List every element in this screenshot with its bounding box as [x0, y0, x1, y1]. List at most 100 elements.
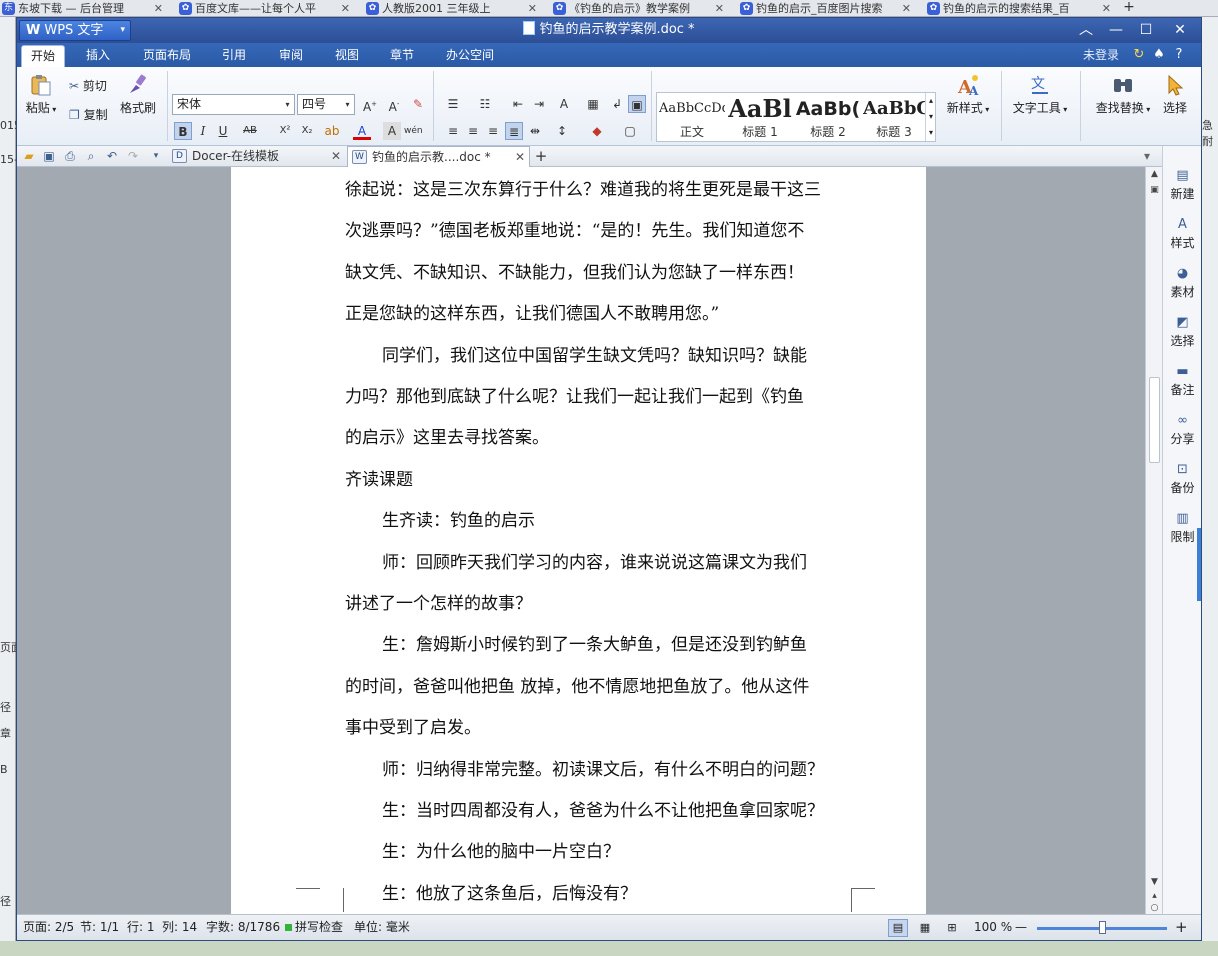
paragraph-mark-icon[interactable]: ↲ — [608, 95, 626, 113]
browser-tab[interactable]: 东东坡下载 — 后台管理 ✕ — [0, 1, 165, 16]
document-paragraph-line[interactable]: 的启示》这里去寻找答案。 — [345, 418, 549, 459]
close-tab-icon[interactable]: ✕ — [528, 1, 537, 16]
document-paragraph-line[interactable]: 正是您缺的这样东西，让我们德国人不敢聘用您。” — [345, 294, 719, 335]
undo-icon[interactable]: ↶ — [104, 148, 120, 164]
document-paragraph-line[interactable]: 事中受到了启发。 — [345, 708, 481, 749]
scroll-thumb[interactable] — [1149, 377, 1160, 463]
increase-indent-icon[interactable]: ⇥ — [530, 95, 548, 113]
superscript-icon[interactable]: X² — [276, 122, 294, 140]
style-normal[interactable]: AaBbCcDd 正文 — [659, 95, 725, 141]
subscript-icon[interactable]: X₂ — [298, 122, 316, 140]
show-hide-icon[interactable]: ▣ — [628, 95, 646, 113]
text-direction-icon[interactable]: A — [555, 95, 573, 113]
prev-page-icon[interactable]: ▴ — [1148, 891, 1161, 901]
new-browser-tab-button[interactable]: + — [1118, 0, 1140, 16]
save-icon[interactable]: ▣ — [41, 148, 57, 164]
sidebar-item-new[interactable]: ▤ 新建 — [1163, 168, 1201, 202]
paste-button[interactable]: 粘贴 ▾ — [23, 73, 59, 116]
unit-indicator[interactable]: 单位: 毫米 — [354, 915, 410, 940]
tab-home[interactable]: 开始 — [21, 45, 65, 67]
document-paragraph-line[interactable]: 生：他放了这条鱼后，后悔没有？ — [345, 874, 637, 914]
phonetic-guide-icon[interactable]: wén — [404, 122, 423, 140]
justify-icon[interactable]: ≣ — [505, 122, 523, 140]
tab-insert[interactable]: 插入 — [77, 43, 119, 67]
tab-chapter[interactable]: 章节 — [381, 43, 423, 67]
tab-office-space[interactable]: 办公空间 — [437, 43, 503, 67]
tab-docer-templates[interactable]: D Docer-在线模板 ✕ — [168, 146, 345, 167]
document-paragraph-line[interactable]: 缺文凭、不缺知识、不缺能力，但我们认为您缺了一样东西！ — [345, 253, 804, 294]
decrease-indent-icon[interactable]: ⇤ — [509, 95, 527, 113]
find-replace-button[interactable]: 查找替换 ▾ — [1089, 73, 1157, 116]
close-tab-icon[interactable]: ✕ — [715, 1, 724, 16]
zoom-out-button[interactable]: — — [1015, 915, 1027, 940]
skin-icon[interactable]: ♠ — [1151, 47, 1167, 63]
browser-tab[interactable]: ✿ 人教版2001 三年级上 ✕ — [364, 1, 539, 16]
font-name-combo[interactable]: 宋体 ▾ — [172, 94, 295, 115]
bullet-list-icon[interactable]: ☰ — [444, 95, 462, 113]
shading-icon[interactable]: ◆ — [588, 122, 606, 140]
document-paragraph-line[interactable]: 生：詹姆斯小时候钓到了一条大鲈鱼，但是还没到钓鲈鱼 — [345, 625, 807, 666]
zoom-level[interactable]: 100 % — [974, 915, 1012, 940]
collapse-ribbon-button[interactable]: ︿ — [1071, 18, 1101, 43]
document-page[interactable]: 徐起说：这是三次东算行于什么？难道我的将生更死是最干这三 次逃票吗？”德国老板郑重… — [231, 167, 926, 914]
document-paragraph-line[interactable]: 讲述了一个怎样的故事？ — [345, 584, 532, 625]
distributed-icon[interactable]: ⇹ — [526, 122, 544, 140]
highlight-icon[interactable]: ab — [323, 122, 341, 140]
new-style-button[interactable]: AA 新样式 ▾ — [945, 73, 991, 116]
tab-page-layout[interactable]: 页面布局 — [135, 43, 199, 67]
style-heading-1[interactable]: AaBl 标题 1 — [727, 95, 793, 141]
tab-review[interactable]: 审阅 — [270, 43, 312, 67]
page-view-icon[interactable]: ▤ — [888, 919, 908, 937]
borders-icon[interactable]: ▢ — [621, 122, 639, 140]
document-paragraph-line[interactable]: 次逃票吗？”德国老板郑重地说：“是的！先生。我们知道您不 — [345, 211, 804, 252]
tab-list-icon[interactable]: ▾ — [1139, 148, 1155, 164]
web-view-icon[interactable]: ⊞ — [942, 919, 962, 937]
char-shading-icon[interactable]: A — [383, 122, 401, 140]
sidebar-item-select[interactable]: ◩ 选择 — [1163, 315, 1201, 349]
print-icon[interactable]: ⎙ — [62, 148, 78, 164]
redo-icon[interactable]: ↷ — [125, 148, 141, 164]
sidebar-item-material[interactable]: ◕ 素材 — [1163, 266, 1201, 300]
style-gallery-scroll[interactable]: ▴ ▾ ▾ — [925, 93, 936, 141]
new-tab-button[interactable]: + — [532, 146, 550, 167]
close-tab-icon[interactable]: ✕ — [154, 1, 163, 16]
document-paragraph-line[interactable]: 徐起说：这是三次东算行于什么？难道我的将生更死是最干这三 — [345, 170, 821, 211]
page-icon[interactable]: ▣ — [1148, 185, 1161, 195]
text-tools-button[interactable]: 文 文字工具 ▾ — [1009, 73, 1071, 116]
close-tab-icon[interactable]: ✕ — [902, 1, 911, 16]
style-heading-2[interactable]: AaBb(标题 2 — [795, 95, 861, 141]
format-painter-button[interactable]: 格式刷 — [117, 73, 159, 116]
select-button[interactable]: 选择 — [1157, 73, 1193, 116]
bold-icon[interactable]: B — [174, 122, 192, 140]
open-folder-icon[interactable]: ▰ — [21, 148, 37, 164]
sidebar-collapse-handle[interactable] — [1197, 528, 1201, 601]
document-paragraph-line[interactable]: 力吗？那他到底缺了什么呢？让我们一起让我们一起到《钓鱼 — [345, 377, 804, 418]
tab-references[interactable]: 引用 — [213, 43, 255, 67]
strikethrough-icon[interactable]: AB — [241, 122, 259, 140]
document-paragraph-line[interactable]: 齐读课题 — [345, 460, 413, 501]
document-paragraph-line[interactable]: 师：回顾昨天我们学习的内容，谁来说说这篇课文为我们 — [345, 543, 807, 584]
sidebar-item-share[interactable]: ∞ 分享 — [1163, 413, 1201, 447]
scroll-down-icon[interactable]: ▼ — [1148, 877, 1161, 887]
numbered-list-icon[interactable]: ☷ — [476, 95, 494, 113]
cut-button[interactable]: ✂ 剪切 — [69, 77, 107, 94]
close-button[interactable]: ✕ — [1165, 18, 1195, 43]
document-paragraph-line[interactable]: 同学们，我们这位中国留学生缺文凭吗？缺知识吗？缺能 — [345, 336, 807, 377]
font-color-icon[interactable]: A — [353, 122, 371, 140]
zoom-slider-handle[interactable] — [1099, 921, 1106, 934]
close-tab-icon[interactable]: ✕ — [515, 147, 525, 167]
align-left-icon[interactable]: ≡ — [444, 122, 462, 140]
document-paragraph-line[interactable]: 生：当时四周都没有人，爸爸为什么不让他把鱼拿回家呢？ — [345, 791, 824, 832]
font-size-combo[interactable]: 四号 ▾ — [297, 94, 355, 115]
print-preview-icon[interactable]: ⌕ — [83, 148, 99, 164]
maximize-button[interactable]: ☐ — [1131, 18, 1161, 43]
tab-current-document[interactable]: W 钓鱼的启示教....doc * ✕ — [347, 146, 530, 167]
sync-icon[interactable]: ↻ — [1131, 47, 1147, 63]
copy-button[interactable]: ❐ 复制 — [69, 106, 108, 123]
minimize-button[interactable]: — — [1101, 18, 1131, 43]
login-link[interactable]: 未登录 — [1083, 43, 1119, 67]
full-screen-view-icon[interactable]: ▦ — [915, 919, 935, 937]
grow-font-icon[interactable]: A+ — [361, 95, 379, 114]
spell-check-status[interactable]: 拼写检查 — [285, 915, 343, 940]
style-heading-3[interactable]: AaBbC 标题 3 — [863, 95, 925, 141]
